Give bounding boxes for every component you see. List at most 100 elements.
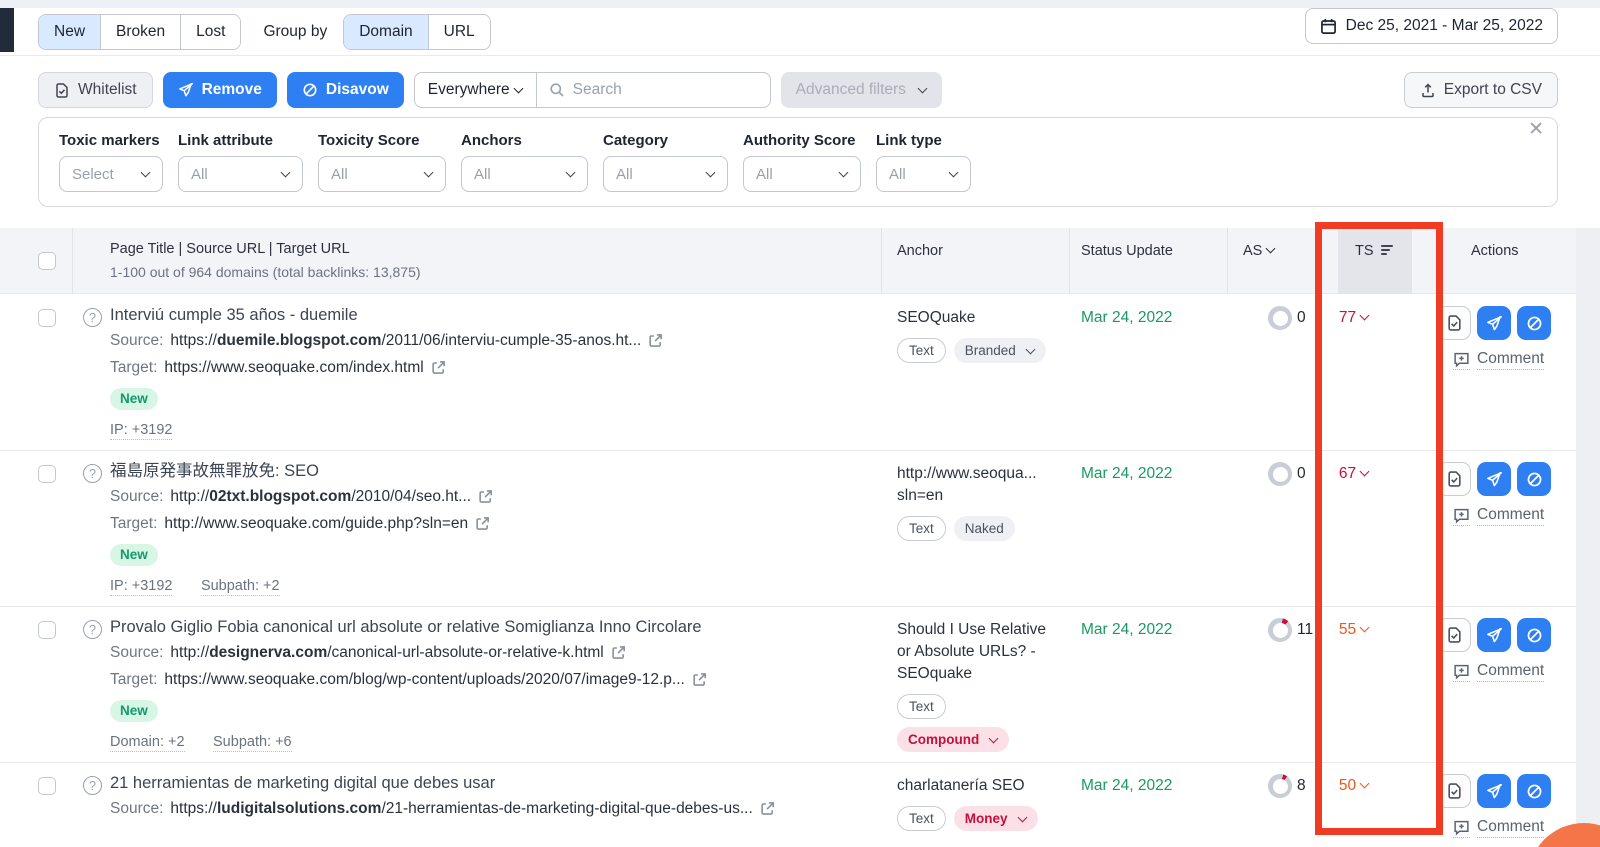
source-url[interactable]: http://designerva.com/canonical-url-abso… [170, 639, 603, 666]
date-range-picker[interactable]: Dec 25, 2021 - Mar 25, 2022 [1304, 8, 1558, 44]
remove-action-button[interactable] [1477, 774, 1511, 808]
tab-domain[interactable]: Domain [344, 14, 428, 49]
domain-link[interactable]: Domain: +2 [110, 734, 185, 752]
chevron-down-icon [423, 167, 434, 178]
header-anchor-col: Anchor [897, 243, 943, 259]
ip-link[interactable]: IP: +3192 [110, 422, 173, 440]
scope-select[interactable]: Everywhere [415, 73, 537, 107]
target-url[interactable]: https://www.seoquake.com/blog/wp-content… [164, 666, 684, 693]
tab-lost[interactable]: Lost [180, 14, 241, 49]
comment-link[interactable]: Comment [1453, 818, 1545, 838]
results-summary: 1-100 out of 964 domains (total backlink… [110, 264, 421, 280]
disavow-action-button[interactable] [1517, 618, 1551, 652]
disavow-action-button[interactable] [1517, 462, 1551, 496]
close-filters-icon[interactable]: ✕ [1528, 120, 1544, 139]
row-checkbox[interactable] [38, 777, 56, 795]
target-url[interactable]: https://www.seoquake.com/index.html [164, 354, 423, 381]
subpath-link[interactable]: Subpath: +2 [200, 578, 280, 596]
topbar: New Broken Lost Group by Domain URL Dec … [0, 8, 1600, 56]
remove-action-button[interactable] [1477, 462, 1511, 496]
external-link-icon[interactable] [478, 489, 493, 504]
external-link-icon[interactable] [475, 516, 490, 531]
whitelist-button[interactable]: Whitelist [38, 72, 153, 108]
page-title: Provalo Giglio Fobia canonical url absol… [110, 618, 702, 636]
row-checkbox[interactable] [38, 465, 56, 483]
backlink-audit-screen: New Broken Lost Group by Domain URL Dec … [0, 0, 1600, 847]
subpath-link[interactable]: Subpath: +6 [213, 734, 292, 752]
row-actions [1437, 774, 1551, 808]
category-select[interactable]: All [603, 156, 728, 192]
filter-label: Toxicity Score [318, 132, 420, 149]
external-link-icon[interactable] [648, 333, 663, 348]
link-attribute-select[interactable]: All [178, 156, 303, 192]
tab-broken[interactable]: Broken [100, 14, 181, 49]
anchor-tag-money[interactable]: Money [953, 806, 1038, 831]
anchor-tag-text: Text [897, 694, 946, 719]
remove-action-button[interactable] [1477, 618, 1511, 652]
disavow-label: Disavow [325, 81, 389, 98]
external-link-icon[interactable] [760, 801, 775, 816]
external-link-icon[interactable] [692, 672, 707, 687]
column-divider [1227, 228, 1228, 294]
anchor-text: Should I Use Relative or Absolute URLs? … [897, 621, 1047, 682]
calendar-icon [1320, 18, 1337, 35]
authority-score-cell: 8 [1268, 774, 1306, 798]
source-url-line: Source: http://designerva.com/canonical-… [110, 639, 885, 666]
filter-value: All [331, 165, 348, 183]
comment-link[interactable]: Comment [1453, 662, 1545, 682]
as-donut-gauge [1268, 306, 1292, 330]
comment-link[interactable]: Comment [1453, 506, 1545, 526]
anchor-tag-branded[interactable]: Branded [953, 338, 1046, 363]
column-divider [1069, 228, 1070, 294]
help-icon[interactable]: ? [83, 620, 102, 639]
remove-button[interactable]: Remove [162, 72, 277, 108]
filter-category: Category All [603, 132, 728, 206]
source-url[interactable]: https://ludigitalsolutions.com/21-herram… [170, 795, 752, 822]
tab-new[interactable]: New [39, 14, 101, 49]
chevron-down-icon [140, 167, 151, 178]
external-link-icon[interactable] [611, 645, 626, 660]
disavow-button[interactable]: Disavow [286, 72, 404, 108]
disavow-action-button[interactable] [1517, 774, 1551, 808]
anchor-text: charlatanería SEO [897, 777, 1025, 794]
comment-link[interactable]: Comment [1453, 350, 1545, 370]
row-checkbox[interactable] [38, 621, 56, 639]
anchor-tag-compound[interactable]: Compound [897, 727, 1010, 752]
toxic-markers-select[interactable]: Select [59, 156, 163, 192]
search-input[interactable] [572, 81, 758, 99]
advanced-filters-button[interactable]: Advanced filters [780, 72, 942, 108]
source-url[interactable]: https://duemile.blogspot.com/2011/06/int… [170, 327, 641, 354]
external-link-icon[interactable] [431, 360, 446, 375]
filter-label: Link attribute [178, 132, 274, 149]
chevron-down-icon [948, 167, 959, 178]
chevron-down-icon [1265, 243, 1276, 254]
export-csv-button[interactable]: Export to CSV [1403, 72, 1558, 108]
help-icon[interactable]: ? [83, 776, 102, 795]
link-type-select[interactable]: All [876, 156, 971, 192]
disavow-action-button[interactable] [1517, 306, 1551, 340]
source-url[interactable]: http://02txt.blogspot.com/2010/04/seo.ht… [170, 483, 471, 510]
toxicity-score-select[interactable]: All [318, 156, 446, 192]
filter-label: Toxic markers [59, 132, 160, 149]
authority-score-select[interactable]: All [743, 156, 861, 192]
row-checkbox[interactable] [38, 309, 56, 327]
as-value: 8 [1297, 777, 1306, 794]
remove-action-button[interactable] [1477, 306, 1511, 340]
filter-link-attribute: Link attribute All [178, 132, 303, 206]
chevron-down-icon [280, 167, 291, 178]
target-url[interactable]: http://www.seoquake.com/guide.php?sln=en [164, 510, 468, 537]
annotation-highlight-box [1315, 222, 1443, 835]
filter-value: Select [72, 165, 114, 183]
header-as-col[interactable]: AS [1243, 243, 1276, 259]
tab-url[interactable]: URL [427, 14, 490, 49]
row-actions [1437, 462, 1551, 496]
filter-toxicity-score: Toxicity Score All [318, 132, 446, 206]
scrollbar-gutter[interactable] [1576, 228, 1600, 847]
help-icon[interactable]: ? [83, 464, 102, 483]
ip-link[interactable]: IP: +3192 [110, 578, 173, 596]
help-icon[interactable]: ? [83, 308, 102, 327]
target-label: Target: [110, 359, 158, 376]
select-all-checkbox[interactable] [38, 252, 56, 270]
anchors-select[interactable]: All [461, 156, 588, 192]
export-icon [1420, 82, 1436, 99]
